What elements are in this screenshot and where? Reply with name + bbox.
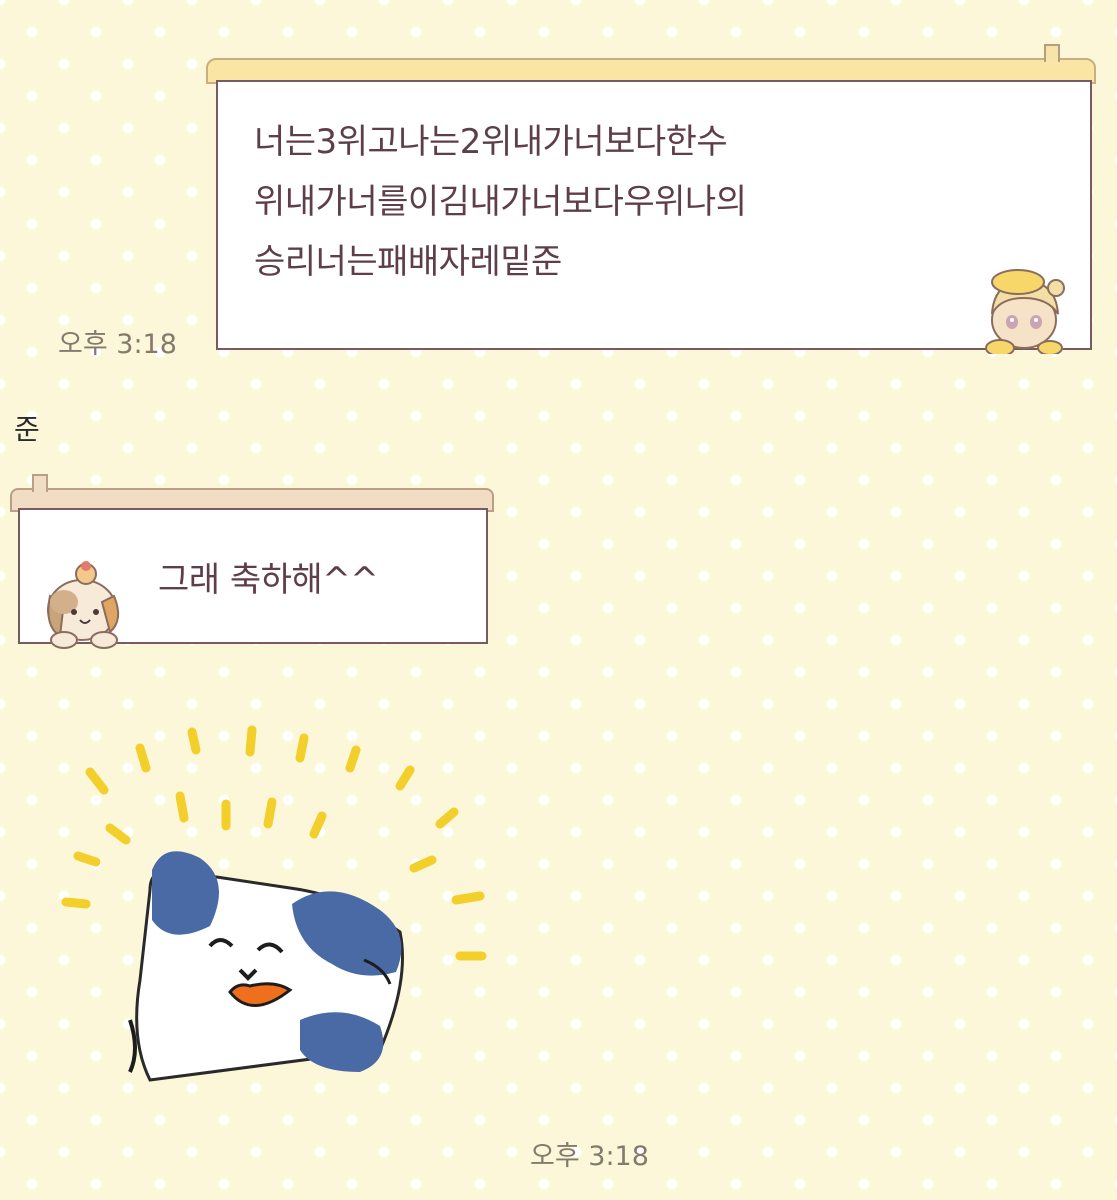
message-text: 너는3위고나는2위내가너보다한수 위내가너를이김내가너보다우위나의 승리너는패배… bbox=[254, 112, 1014, 292]
sender-name[interactable]: 준 bbox=[14, 408, 40, 448]
chat-room: 너는3위고나는2위내가너보다한수 위내가너를이김내가너보다우위나의 승리너는패배… bbox=[0, 0, 1117, 1200]
message-text: 그래 축하해^^ bbox=[158, 560, 379, 600]
happy-dog-sticker-icon[interactable] bbox=[60, 720, 500, 1100]
incoming-message-bubble[interactable]: 그래 축하해^^ bbox=[10, 470, 496, 649]
message-line: 너는3위고나는2위내가너보다한수 bbox=[254, 122, 728, 162]
message-timestamp: 오후 3:18 bbox=[530, 1141, 649, 1172]
message-line: 승리너는패배자레밑준 bbox=[254, 242, 562, 282]
character-peek-icon bbox=[985, 269, 1065, 354]
message-timestamp: 오후 3:18 bbox=[58, 329, 177, 360]
bubble-chimney bbox=[32, 474, 48, 492]
message-line: 위내가너를이김내가너보다우위나의 bbox=[254, 182, 747, 222]
bubble-chimney bbox=[1044, 44, 1060, 62]
outgoing-message-bubble[interactable]: 너는3위고나는2위내가너보다한수 위내가너를이김내가너보다우위나의 승리너는패배… bbox=[206, 40, 1096, 354]
puppy-peek-icon bbox=[47, 561, 120, 649]
